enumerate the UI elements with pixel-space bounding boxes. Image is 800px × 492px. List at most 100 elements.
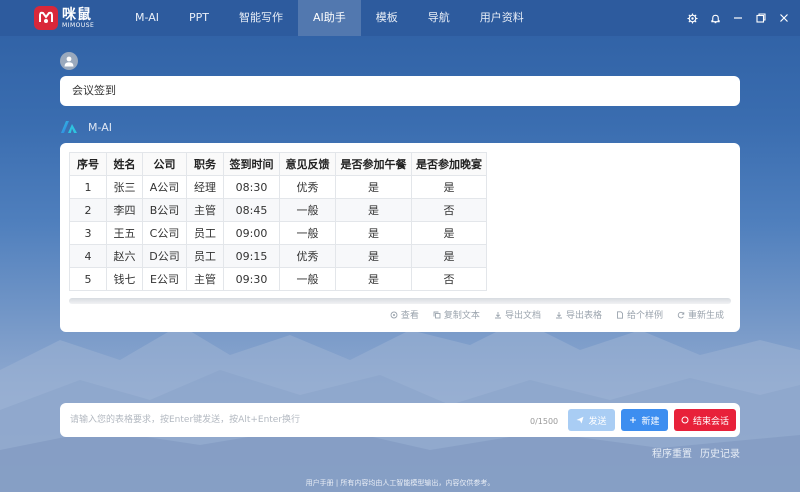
table-header-cell: 姓名 (106, 152, 143, 176)
table-row: 2 李四 B公司 主管 08:45 一般 是 否 (69, 198, 487, 222)
export-table-button[interactable]: 导出表格 (555, 308, 602, 321)
table-cell: 张三 (106, 175, 143, 199)
table-cell: 5 (69, 267, 107, 291)
nav-item-user-profile[interactable]: 用户资料 (465, 0, 539, 36)
footer-disclaimer: 用户手册 | 所有内容均由人工智能模型输出，内容仅供参考。 (305, 479, 495, 487)
nav-item-ppt[interactable]: PPT (174, 0, 224, 36)
export-table-label: 导出表格 (565, 311, 602, 321)
table-cell: D公司 (142, 244, 187, 268)
table-cell: A公司 (142, 175, 187, 199)
nav-item-ai-assistant[interactable]: AI助手 (298, 0, 361, 36)
logo-icon (34, 6, 58, 30)
logo-text-cn: 咪鼠 (62, 6, 92, 23)
table-cell: 08:30 (223, 175, 280, 199)
table-cell: E公司 (142, 267, 187, 291)
table-cell: 是 (335, 267, 412, 291)
table-cell: 一般 (279, 221, 336, 245)
table-cell: 09:00 (223, 221, 280, 245)
copy-text-button[interactable]: 复制文本 (433, 308, 480, 321)
table-cell: 主管 (186, 267, 224, 291)
view-icon (390, 311, 398, 318)
table-cell: 一般 (279, 267, 336, 291)
minimize-icon[interactable] (732, 12, 744, 24)
table-header-cell: 职务 (186, 152, 224, 176)
table-cell: 1 (69, 175, 107, 199)
send-button[interactable]: 发送 (568, 409, 615, 431)
stop-icon (681, 416, 689, 424)
table-cell: C公司 (142, 221, 187, 245)
ai-answer-card: 序号 姓名 公司 职务 签到时间 意见反馈 是否参加午餐 是否参加晚宴 1 张三… (60, 143, 740, 332)
user-icon (64, 56, 74, 67)
give-example-button[interactable]: 给个样例 (616, 308, 663, 321)
nav-item-navigation[interactable]: 导航 (413, 0, 465, 36)
send-label: 发送 (588, 416, 607, 427)
file-icon (617, 310, 623, 319)
nav-item-m-ai[interactable]: M-AI (120, 0, 174, 36)
give-example-label: 给个样例 (626, 311, 663, 321)
close-icon[interactable] (778, 12, 790, 24)
table-header-cell: 意见反馈 (279, 152, 336, 176)
table-cell: 一般 (279, 198, 336, 222)
gear-icon[interactable] (686, 12, 698, 24)
table-header-cell: 序号 (69, 152, 107, 176)
bell-icon[interactable] (709, 12, 721, 24)
table-header-cell: 是否参加午餐 (335, 152, 412, 176)
table-cell: 是 (335, 244, 412, 268)
view-label: 查看 (400, 311, 419, 321)
table-header-cell: 公司 (142, 152, 187, 176)
chat-input-area: 0/1500 发送 新建 结束会话 (60, 403, 740, 437)
table-cell: 优秀 (279, 244, 336, 268)
table-header-cell: 是否参加晚宴 (411, 152, 487, 176)
table-cell: 是 (411, 221, 487, 245)
history-link[interactable]: 历史记录 (700, 445, 740, 460)
table-row: 5 钱七 E公司 主管 09:30 一般 是 否 (69, 267, 487, 291)
view-button[interactable]: 查看 (390, 308, 419, 321)
end-session-label: 结束会话 (692, 416, 729, 427)
send-icon (576, 416, 584, 424)
nav-item-smart-writing[interactable]: 智能写作 (224, 0, 298, 36)
table-cell: 09:15 (223, 244, 280, 268)
export-document-button[interactable]: 导出文档 (494, 308, 541, 321)
table-cell: 3 (69, 221, 107, 245)
window-controls (686, 0, 790, 36)
plus-icon (630, 417, 637, 423)
table-cell: 是 (335, 221, 412, 245)
table-cell: 赵六 (106, 244, 143, 268)
regenerate-button[interactable]: 重新生成 (677, 308, 724, 321)
export-document-label: 导出文档 (504, 311, 541, 321)
chat-input[interactable] (70, 410, 490, 430)
new-button[interactable]: 新建 (621, 409, 668, 431)
refresh-icon (677, 311, 685, 318)
table-cell: 经理 (186, 175, 224, 199)
table-cell: 主管 (186, 198, 224, 222)
answer-actions: 查看 复制文本 导出文档 导出表格 给个样例 重新生成 (390, 308, 724, 321)
table-cell: 员工 (186, 244, 224, 268)
m-ai-logo-icon (61, 121, 77, 133)
attendance-table: 序号 姓名 公司 职务 签到时间 意见反馈 是否参加午餐 是否参加晚宴 1 张三… (69, 152, 487, 291)
char-counter: 0/1500 (530, 417, 559, 426)
table-row: 3 王五 C公司 员工 09:00 一般 是 是 (69, 221, 487, 245)
user-avatar (60, 52, 78, 70)
table-cell: B公司 (142, 198, 187, 222)
app-logo: 咪鼠 MIMOUSE (34, 6, 94, 30)
horizontal-scrollbar[interactable] (69, 298, 731, 304)
reset-program-link[interactable]: 程序重置 (652, 445, 692, 460)
main-nav: M-AI PPT 智能写作 AI助手 模板 导航 用户资料 (120, 0, 539, 36)
table-cell: 09:30 (223, 267, 280, 291)
nav-item-templates[interactable]: 模板 (361, 0, 413, 36)
table-cell: 是 (411, 244, 487, 268)
table-cell: 钱七 (106, 267, 143, 291)
table-row: 4 赵六 D公司 员工 09:15 优秀 是 是 (69, 244, 487, 268)
logo-text-en: MIMOUSE (62, 21, 95, 29)
table-cell: 4 (69, 244, 107, 268)
ai-name: M-AI (88, 120, 112, 134)
restore-icon[interactable] (755, 12, 767, 24)
bottom-links: 程序重置 历史记录 (652, 445, 740, 460)
table-cell: 员工 (186, 221, 224, 245)
copy-icon (433, 311, 441, 318)
end-session-button[interactable]: 结束会话 (674, 409, 736, 431)
table-cell: 否 (411, 198, 487, 222)
download-icon (555, 311, 562, 318)
table-cell: 08:45 (223, 198, 280, 222)
regenerate-label: 重新生成 (687, 311, 724, 321)
